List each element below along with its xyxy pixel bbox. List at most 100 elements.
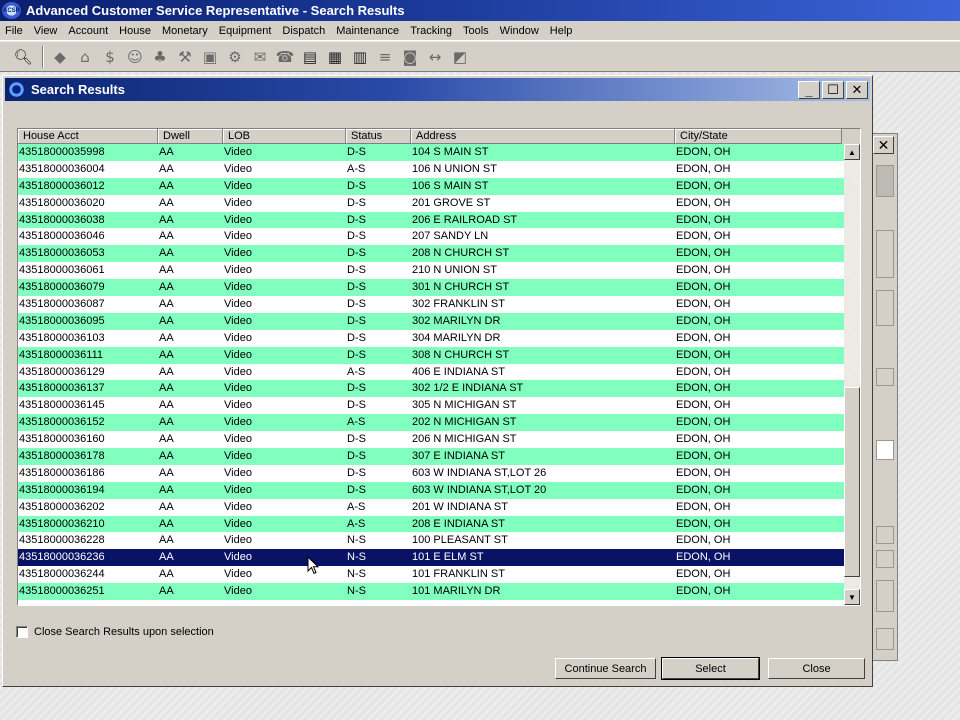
table-row[interactable]: 43518000036160 AA Video D-S 206 N MICHIGAN S… bbox=[18, 431, 844, 449]
column-header-dwell[interactable]: Dwell bbox=[158, 129, 223, 144]
address-cell: 101 MARILYN DR bbox=[412, 585, 501, 598]
table-row[interactable]: 43518000036228 AA Video N-S 100 PLEASANT ST E… bbox=[18, 532, 844, 550]
close-button[interactable]: Close bbox=[768, 658, 865, 679]
account-icon[interactable]: ◆ bbox=[49, 46, 71, 68]
status-cell: N-S bbox=[347, 568, 366, 581]
background-panel bbox=[876, 440, 894, 460]
city-state-cell: EDON, OH bbox=[676, 517, 731, 530]
menu-help[interactable]: Help bbox=[545, 25, 579, 37]
table-row[interactable]: 43518000036178 AA Video D-S 307 E INDIANA ST… bbox=[18, 448, 844, 465]
menu-house[interactable]: House bbox=[114, 25, 157, 37]
table-row[interactable]: 43518000036145 AA Video D-S 305 N MICHIGAN S… bbox=[18, 397, 844, 415]
scroll-thumb[interactable] bbox=[844, 387, 860, 577]
dwell-cell: AA bbox=[159, 230, 174, 243]
table-row[interactable]: 43518000036244 AA Video N-S 101 FRANKLIN ST E… bbox=[18, 566, 844, 584]
table-row[interactable]: 43518000036087 AA Video D-S 302 FRANKLIN ST E… bbox=[18, 296, 844, 313]
dialog-title-bar[interactable]: Search Results _ ☐ ✕ bbox=[5, 78, 870, 101]
table-row[interactable]: 43518000036194 AA Video D-S 603 W INDIANA ST… bbox=[18, 481, 844, 499]
dwell-cell: AA bbox=[159, 399, 174, 412]
table-row[interactable]: 43518000036129 AA Video A-S 406 E INDIANA ST… bbox=[18, 363, 844, 381]
table-row[interactable]: 43518000036004 AA Video A-S 106 N UNION ST ED… bbox=[18, 160, 844, 178]
scroll-up-icon[interactable]: ▲ bbox=[844, 144, 860, 160]
minimize-button[interactable]: _ bbox=[798, 81, 820, 99]
table-row[interactable]: 43518000036020 AA Video D-S 201 GROVE ST EDON… bbox=[18, 194, 844, 212]
table-row[interactable]: 43518000036186 AA Video D-S 603 W INDIANA ST… bbox=[18, 464, 844, 482]
table-row[interactable]: 43518000036202 AA Video A-S 201 W INDIANA ST… bbox=[18, 498, 844, 516]
dwell-cell: AA bbox=[159, 483, 174, 496]
dispatch-icon[interactable]: ⚙ bbox=[224, 46, 246, 68]
status-cell: D-S bbox=[347, 382, 366, 395]
table-row[interactable]: 43518000036061 AA Video D-S 210 N UNION ST ED… bbox=[18, 262, 844, 280]
lock-icon[interactable]: ◙ bbox=[399, 46, 421, 68]
column-header-city-state[interactable]: City/State bbox=[675, 129, 842, 144]
table-row[interactable]: 43518000036251 AA Video N-S 101 MARILYN DR ED… bbox=[18, 583, 844, 601]
phone-icon[interactable]: ☎ bbox=[274, 46, 296, 68]
close-icon[interactable]: ✕ bbox=[846, 81, 868, 99]
close-on-select-option[interactable]: Close Search Results upon selection bbox=[16, 626, 214, 638]
table-row[interactable]: 43518000035998 AA Video D-S 104 S MAIN ST EDO… bbox=[18, 144, 844, 161]
calendar-icon[interactable]: ▦ bbox=[324, 46, 346, 68]
person-icon[interactable]: ☺ bbox=[124, 46, 146, 68]
house-acct-cell: 43518000036095 bbox=[19, 314, 105, 327]
column-header-address[interactable]: Address bbox=[411, 129, 675, 144]
table-row[interactable]: 43518000036012 AA Video D-S 106 S MAIN ST EDO… bbox=[18, 177, 844, 195]
menu-tracking[interactable]: Tracking bbox=[405, 25, 458, 37]
table-row[interactable]: 43518000036152 AA Video A-S 202 N MICHIGAN S… bbox=[18, 414, 844, 432]
address-cell: 202 N MICHIGAN ST bbox=[412, 416, 517, 429]
house-icon[interactable]: ⌂ bbox=[74, 46, 96, 68]
table-row[interactable]: 43518000036236 AA Video N-S 101 E ELM ST EDON… bbox=[18, 549, 844, 567]
column-header-house-acct[interactable]: House Acct bbox=[18, 129, 158, 144]
table-row[interactable]: 43518000036046 AA Video D-S 207 SANDY LN EDON… bbox=[18, 228, 844, 246]
link-icon[interactable]: ↔ bbox=[424, 46, 446, 68]
address-cell: 208 N CHURCH ST bbox=[412, 247, 510, 260]
table-row[interactable]: 43518000036210 AA Video A-S 208 E INDIANA ST… bbox=[18, 515, 844, 533]
menu-tools[interactable]: Tools bbox=[458, 25, 495, 37]
report-icon[interactable]: ▥ bbox=[349, 46, 371, 68]
table-row[interactable]: 43518000036095 AA Video D-S 302 MARILYN DR ED… bbox=[18, 312, 844, 330]
continue-search-button[interactable]: Continue Search bbox=[555, 658, 656, 679]
menu-view[interactable]: View bbox=[29, 25, 64, 37]
mail-icon[interactable]: ✉ bbox=[249, 46, 271, 68]
vertical-scrollbar[interactable]: ▲ ▼ bbox=[844, 144, 860, 605]
table-row[interactable]: 43518000036038 AA Video D-S 206 E RAILROAD S… bbox=[18, 211, 844, 229]
table-row[interactable]: 43518000036111 AA Video D-S 308 N CHURCH ST E… bbox=[18, 346, 844, 364]
address-cell: 101 E ELM ST bbox=[412, 551, 484, 564]
monetary-icon[interactable]: $ bbox=[99, 46, 121, 68]
menu-window[interactable]: Window bbox=[495, 25, 545, 37]
tree-icon[interactable]: ≡ bbox=[374, 46, 396, 68]
menu-equipment[interactable]: Equipment bbox=[214, 25, 278, 37]
menu-account[interactable]: Account bbox=[63, 25, 114, 37]
lob-cell: Video bbox=[224, 247, 252, 260]
dwell-cell: AA bbox=[159, 500, 174, 513]
table-row[interactable]: 43518000036053 AA Video D-S 208 N CHURCH ST E… bbox=[18, 245, 844, 263]
table-row[interactable]: 43518000036103 AA Video D-S 304 MARILYN DR ED… bbox=[18, 329, 844, 347]
background-panel bbox=[876, 580, 894, 612]
column-header-lob[interactable]: LOB bbox=[223, 129, 346, 144]
equipment-icon[interactable]: ▣ bbox=[199, 46, 221, 68]
dwell-cell: AA bbox=[159, 264, 174, 277]
group-icon[interactable]: ♣ bbox=[149, 46, 171, 68]
background-close-icon[interactable]: ✕ bbox=[873, 136, 894, 154]
menu-maintenance[interactable]: Maintenance bbox=[331, 25, 405, 37]
dwell-cell: AA bbox=[159, 162, 174, 175]
service-icon[interactable]: ⚒ bbox=[174, 46, 196, 68]
address-cell: 603 W INDIANA ST,LOT 20 bbox=[412, 483, 547, 496]
menu-monetary[interactable]: Monetary bbox=[157, 25, 214, 37]
search-icon[interactable]: 🔍︎ bbox=[12, 46, 34, 68]
house-acct-cell: 43518000036202 bbox=[19, 500, 105, 513]
menu-dispatch[interactable]: Dispatch bbox=[277, 25, 331, 37]
note-icon[interactable]: ◩ bbox=[449, 46, 471, 68]
lob-cell: Video bbox=[224, 551, 252, 564]
house-acct-cell: 43518000035998 bbox=[19, 146, 105, 158]
table-row[interactable]: 43518000036137 AA Video D-S 302 1/2 E INDIAN… bbox=[18, 380, 844, 398]
house-acct-cell: 43518000036145 bbox=[19, 399, 105, 412]
scroll-down-icon[interactable]: ▼ bbox=[844, 589, 860, 605]
select-button[interactable]: Select bbox=[661, 657, 760, 680]
list-icon[interactable]: ▤ bbox=[299, 46, 321, 68]
lob-cell: Video bbox=[224, 230, 252, 243]
menu-file[interactable]: File bbox=[0, 25, 29, 37]
close-on-select-checkbox[interactable] bbox=[16, 626, 28, 638]
table-row[interactable]: 43518000036079 AA Video D-S 301 N CHURCH ST E… bbox=[18, 279, 844, 297]
maximize-button[interactable]: ☐ bbox=[822, 81, 844, 99]
column-header-status[interactable]: Status bbox=[346, 129, 411, 144]
